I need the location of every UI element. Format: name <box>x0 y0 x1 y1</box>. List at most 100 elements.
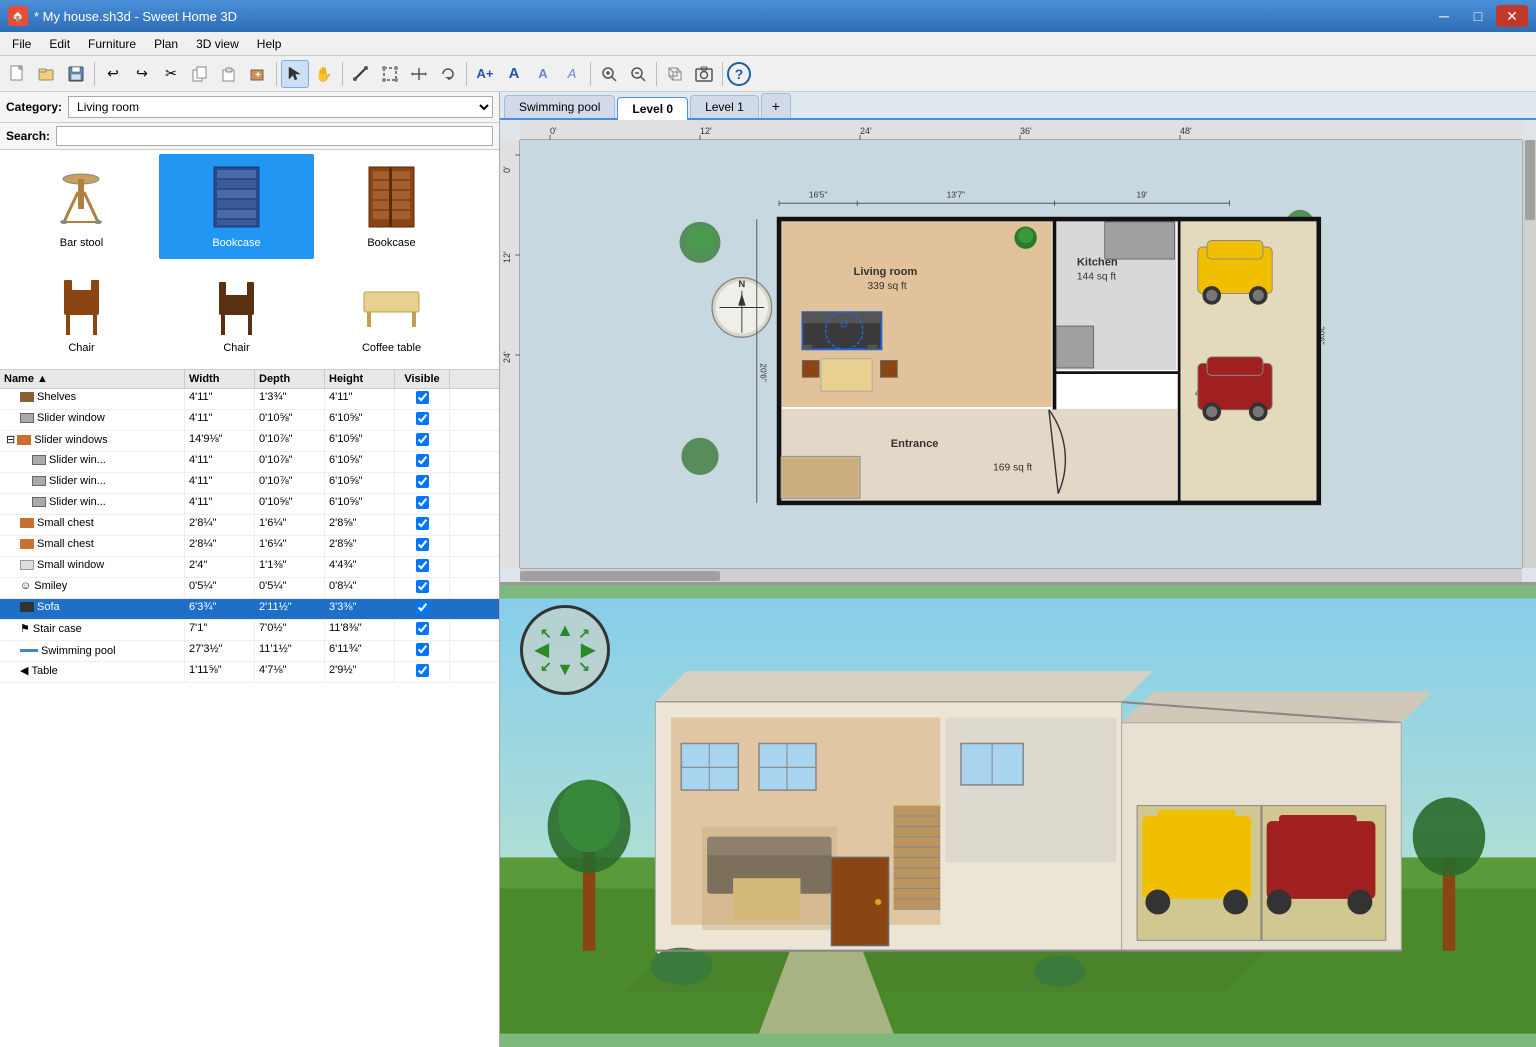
tab-swimmingpool[interactable]: Swimming pool <box>504 95 615 118</box>
plan-canvas[interactable]: N 16'5" 13'7" 19' <box>520 140 1522 568</box>
visible-smallchest1[interactable] <box>416 517 429 530</box>
list-row-smallchest2[interactable]: Small chest 2'8¼" 1'6¼" 2'8⅝" <box>0 536 499 557</box>
new-button[interactable] <box>4 60 32 88</box>
3d-view-btn[interactable] <box>661 60 689 88</box>
category-select[interactable]: Living room Bedroom Kitchen Bathroom Out… <box>68 96 493 118</box>
list-row-sliderwindows-group[interactable]: ⊟ Slider windows 14'9⅛" 0'10⅞" 6'10⅝" <box>0 431 499 452</box>
visible-staircase[interactable] <box>416 622 429 635</box>
scrollbar-vertical[interactable] <box>1522 140 1536 568</box>
pan-tool[interactable]: ✋ <box>310 60 338 88</box>
nav-downright-arrow[interactable]: ↘ <box>578 658 590 675</box>
list-row-sliderwin2[interactable]: Slider win... 4'11" 0'10⅞" 6'10⅝" <box>0 473 499 494</box>
main-layout: Category: Living room Bedroom Kitchen Ba… <box>0 92 1536 1047</box>
photo-btn[interactable] <box>690 60 718 88</box>
undo-button[interactable]: ↩ <box>99 60 127 88</box>
maximize-button[interactable]: □ <box>1462 5 1494 27</box>
visible-swimmingpool[interactable] <box>416 643 429 656</box>
visible-sliderwin3[interactable] <box>416 496 429 509</box>
furniture-item-bookcase1[interactable]: Bookcase <box>159 154 314 259</box>
text-tool-a1[interactable]: A+ <box>471 60 499 88</box>
menu-3dview[interactable]: 3D view <box>188 35 247 53</box>
chair2-icon <box>202 270 272 340</box>
menu-furniture[interactable]: Furniture <box>80 35 144 53</box>
visible-smallchest2[interactable] <box>416 538 429 551</box>
col-depth-header[interactable]: Depth <box>255 370 325 388</box>
furniture-item-coffeetable[interactable]: Coffee table <box>314 259 469 364</box>
list-row-smallchest1[interactable]: Small chest 2'8¼" 1'6¼" 2'8⅝" <box>0 515 499 536</box>
visible-smiley[interactable] <box>416 580 429 593</box>
col-width-header[interactable]: Width <box>185 370 255 388</box>
furniture-item-chair2[interactable]: Chair <box>159 259 314 364</box>
rotate-tool[interactable] <box>434 60 462 88</box>
nav-downleft-arrow[interactable]: ↙ <box>540 658 552 675</box>
tab-level1[interactable]: Level 1 <box>690 95 759 118</box>
list-row-smallwindow[interactable]: Small window 2'4" 1'1⅜" 4'4¾" <box>0 557 499 578</box>
col-visible-header[interactable]: Visible <box>395 370 450 388</box>
sep6 <box>656 62 657 86</box>
paste-button[interactable] <box>215 60 243 88</box>
plan-top-view[interactable]: 0' 12' 24' 36' 48' 0' <box>500 120 1536 585</box>
text-tool-a2[interactable]: A <box>500 60 528 88</box>
col-height-header[interactable]: Height <box>325 370 395 388</box>
visible-sofa[interactable] <box>416 601 429 614</box>
zoom-out[interactable] <box>624 60 652 88</box>
nav-upright-arrow[interactable]: ↗ <box>578 625 590 642</box>
close-button[interactable]: ✕ <box>1496 5 1528 27</box>
text-tool-a4[interactable]: A <box>558 60 586 88</box>
bookcase2-icon <box>357 165 427 235</box>
list-row-sofa[interactable]: Sofa 6'3¾" 2'11½" 3'3⅜" <box>0 599 499 620</box>
list-row-table[interactable]: ◀ Table 1'11⅝" 4'7⅛" 2'9½" <box>0 662 499 683</box>
zoom-in[interactable] <box>595 60 623 88</box>
nav-down-arrow[interactable]: ▼ <box>556 659 574 680</box>
menu-file[interactable]: File <box>4 35 39 53</box>
save-button[interactable] <box>62 60 90 88</box>
scrollbar-horizontal[interactable] <box>520 568 1522 582</box>
visible-shelves[interactable] <box>416 391 429 404</box>
nav-up-arrow[interactable]: ▲ <box>556 620 574 641</box>
visible-sliderwindow[interactable] <box>416 412 429 425</box>
visible-smallwindow[interactable] <box>416 559 429 572</box>
furniture-list[interactable]: Shelves 4'11" 1'3¾" 4'11" Slider window … <box>0 389 499 1047</box>
furniture-item-chair1[interactable]: Chair <box>4 259 159 364</box>
plan-3d-view[interactable]: ▲ ▼ ◀ ▶ ↖ ↗ ↙ ↘ <box>500 585 1536 1047</box>
cut-button[interactable]: ✂ <box>157 60 185 88</box>
furniture-item-bookcase2[interactable]: Bookcase <box>314 154 469 259</box>
tab-level0[interactable]: Level 0 <box>617 97 688 120</box>
add-furniture-button[interactable]: + <box>244 60 272 88</box>
list-row-sliderwin1[interactable]: Slider win... 4'11" 0'10⅞" 6'10⅝" <box>0 452 499 473</box>
open-button[interactable] <box>33 60 61 88</box>
visible-sliderwindows[interactable] <box>416 433 429 446</box>
menu-edit[interactable]: Edit <box>41 35 78 53</box>
nav-circle[interactable]: ▲ ▼ ◀ ▶ ↖ ↗ ↙ ↘ <box>520 605 610 695</box>
tab-add[interactable]: + <box>761 93 791 118</box>
list-row-staircase[interactable]: ⚑ Stair case 7'1" 7'0½" 11'8⅜" <box>0 620 499 641</box>
resize-tool[interactable] <box>405 60 433 88</box>
create-wall-tool[interactable] <box>347 60 375 88</box>
col-name-header[interactable]: Name ▲ <box>0 370 185 388</box>
menu-plan[interactable]: Plan <box>146 35 186 53</box>
visible-sliderwin2[interactable] <box>416 475 429 488</box>
list-row-sliderwindow[interactable]: Slider window 4'11" 0'10⅝" 6'10⅝" <box>0 410 499 431</box>
list-row-shelves[interactable]: Shelves 4'11" 1'3¾" 4'11" <box>0 389 499 410</box>
text-tool-a3[interactable]: A <box>529 60 557 88</box>
cell-width-shelves: 4'11" <box>185 389 255 409</box>
help-btn[interactable]: ? <box>727 62 751 86</box>
svg-text:0': 0' <box>550 126 557 136</box>
list-row-sliderwin3[interactable]: Slider win... 4'11" 0'10⅝" 6'10⅝" <box>0 494 499 515</box>
nav-upleft-arrow[interactable]: ↖ <box>540 625 552 642</box>
svg-text:Living room: Living room <box>854 266 918 278</box>
menu-help[interactable]: Help <box>249 35 290 53</box>
copy-button[interactable] <box>186 60 214 88</box>
minimize-button[interactable]: ─ <box>1428 5 1460 27</box>
furniture-item-barstool[interactable]: Bar stool <box>4 154 159 259</box>
app-icon: 🏠 <box>8 6 28 26</box>
search-input[interactable] <box>56 126 493 146</box>
list-row-smiley[interactable]: ☺ Smiley 0'5¼" 0'5¼" 0'8¼" <box>0 578 499 599</box>
chair1-icon <box>47 270 117 340</box>
visible-sliderwin1[interactable] <box>416 454 429 467</box>
select-tool[interactable] <box>281 60 309 88</box>
create-room-tool[interactable] <box>376 60 404 88</box>
list-row-swimmingpool[interactable]: Swimming pool 27'3½" 11'1½" 6'11¾" <box>0 641 499 662</box>
visible-table[interactable] <box>416 664 429 677</box>
redo-button[interactable]: ↪ <box>128 60 156 88</box>
